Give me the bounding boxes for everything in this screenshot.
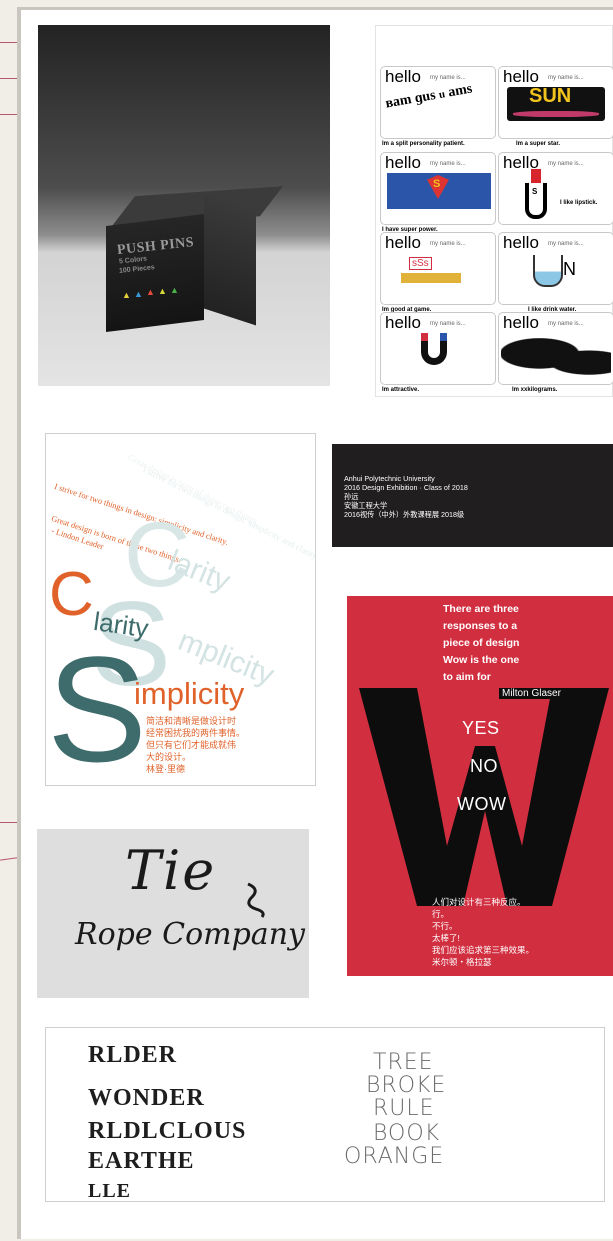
quote-line: to aim for (443, 671, 491, 683)
cn-line: 不行。 (432, 921, 458, 931)
hello-word: hello (385, 313, 421, 332)
push-pin-icon: ▲ (146, 287, 155, 298)
quote-line: responses to a (443, 620, 518, 632)
thin-word: ORANGE (344, 1144, 445, 1169)
my-name-is: my name is... (548, 241, 584, 247)
my-name-is: my name is... (430, 241, 466, 247)
exhibition-label: Anhui Polytechnic University 2016 Design… (332, 444, 613, 547)
clarity-initial: C (49, 560, 94, 629)
serif-word: RLDER (88, 1042, 178, 1068)
simplicity-initial: S (47, 625, 148, 786)
hello-card: hello my name is... ʙam ɡus u ams (380, 66, 496, 139)
thin-word: RULE (373, 1096, 435, 1121)
serif-word: LLE (88, 1180, 132, 1202)
push-pins-photo: PUSH PINS 5 Colors 100 Pieces ▲ ▲ ▲ ▲ ▲ (38, 25, 330, 386)
wow-poster: There are three responses to a piece of … (347, 596, 613, 976)
no-label: NO (470, 756, 498, 776)
hello-card: hello my name is... S (380, 152, 496, 225)
big-w-shape (359, 688, 609, 906)
push-pin-icon: ▲ (170, 284, 179, 295)
rope-end-icon (247, 882, 265, 918)
cn-line: 行。 (432, 909, 450, 919)
my-name-is: my name is... (430, 161, 466, 167)
my-name-is: my name is... (430, 321, 466, 327)
exhibition-title-cn: 2016视传（中外）外教课程展 2018级 (344, 510, 465, 519)
cn-line: 简洁和清晰是做设计时 (146, 716, 237, 726)
cn-line: 米尔顿・格拉瑟 (432, 957, 492, 967)
hello-word: hello (503, 233, 539, 252)
quote-line: Wow is the one (443, 654, 520, 666)
hello-card: hello my name is... sSs (380, 232, 496, 305)
serif-word: WONDER (88, 1085, 205, 1111)
simplicity-rest: implicity (134, 676, 245, 711)
tie-rope-logo: Tie Rope Company (37, 829, 309, 998)
hello-card-caption: Im a super star. (516, 141, 561, 147)
letterform-study: RLDER WONDER RLDLCLOUS EARTHE LLE TREE B… (45, 1027, 605, 1202)
cn-line: 大的设计。 (146, 752, 192, 762)
hello-card: hello my name is... (498, 312, 613, 385)
cn-line: 经常困扰我的两件事情。 (146, 728, 246, 738)
exhibition-label-text: Anhui Polytechnic University 2016 Design… (344, 474, 468, 519)
quote-attribution: Milton Glaser (499, 688, 564, 699)
hello-word: hello (503, 67, 539, 86)
wow-label: WOW (457, 794, 507, 814)
exhibition-title: 2016 Design Exhibition · Class of 2018 (344, 483, 468, 492)
rope-company: Rope Company (75, 917, 305, 952)
hello-card: hello my name is... S (498, 152, 613, 225)
cn-line: 太棒了! (432, 933, 460, 943)
tie-word: Tie (125, 839, 217, 902)
my-name-is: my name is... (430, 75, 466, 81)
my-name-is: my name is... (548, 161, 584, 167)
hello-word: hello (503, 313, 539, 332)
hello-card: hello my name is... N (498, 232, 613, 305)
hello-card-caption: Im attractive. (382, 387, 420, 393)
quote-line: piece of design (443, 637, 520, 649)
thin-word: BOOK (373, 1121, 441, 1146)
university-name: Anhui Polytechnic University (344, 474, 435, 483)
chinese-quote: 简洁和清晰是做设计时 经常困扰我的两件事情。 但只有它们才能成就伟 大的设计。 … (146, 715, 306, 775)
my-name-is: my name is... (548, 321, 584, 327)
cn-line: 但只有它们才能成就伟 (146, 740, 237, 750)
hello-card-caption: Im a split personality patient. (382, 141, 465, 147)
cn-line: 我们应该追求第三种效果。 (432, 945, 535, 955)
push-pin-icon: ▲ (122, 290, 131, 300)
my-name-is: my name is... (548, 75, 584, 81)
hello-word: hello (385, 233, 421, 252)
cn-line: 林登·里德 (146, 764, 185, 774)
hello-card: hello my name is... SUN (498, 66, 613, 139)
cube-side (204, 194, 256, 326)
hello-card-caption: I like lipstick. (560, 200, 598, 206)
page: PUSH PINS 5 Colors 100 Pieces ▲ ▲ ▲ ▲ ▲ hell… (0, 0, 613, 1241)
serif-word: EARTHE (88, 1148, 195, 1174)
cn-line: 人们对设计有三种反应。 (432, 897, 526, 907)
thin-word: TREE (373, 1050, 434, 1075)
yes-label: YES (462, 718, 500, 738)
hello-card-caption: Im xxkilograms. (512, 387, 558, 393)
push-pin-icon: ▲ (134, 288, 143, 299)
hello-word: hello (385, 153, 421, 172)
thin-word: BROKE (366, 1073, 447, 1098)
hello-word: hello (385, 67, 421, 86)
university-name-cn: 安徽工程大学 (344, 501, 388, 510)
push-pin-icon: ▲ (158, 286, 167, 297)
quote-line: There are three (443, 603, 519, 615)
hello-my-name-is-sheet: hello my name is... ʙam ɡus u ams Im a spli… (375, 25, 613, 397)
hello-card: hello my name is... (380, 312, 496, 385)
serif-word: RLDLCLOUS (88, 1118, 247, 1144)
student-name: 孙远 (344, 492, 359, 501)
clarity-simplicity-poster: I strive for two things in design: simpl… (45, 433, 316, 786)
